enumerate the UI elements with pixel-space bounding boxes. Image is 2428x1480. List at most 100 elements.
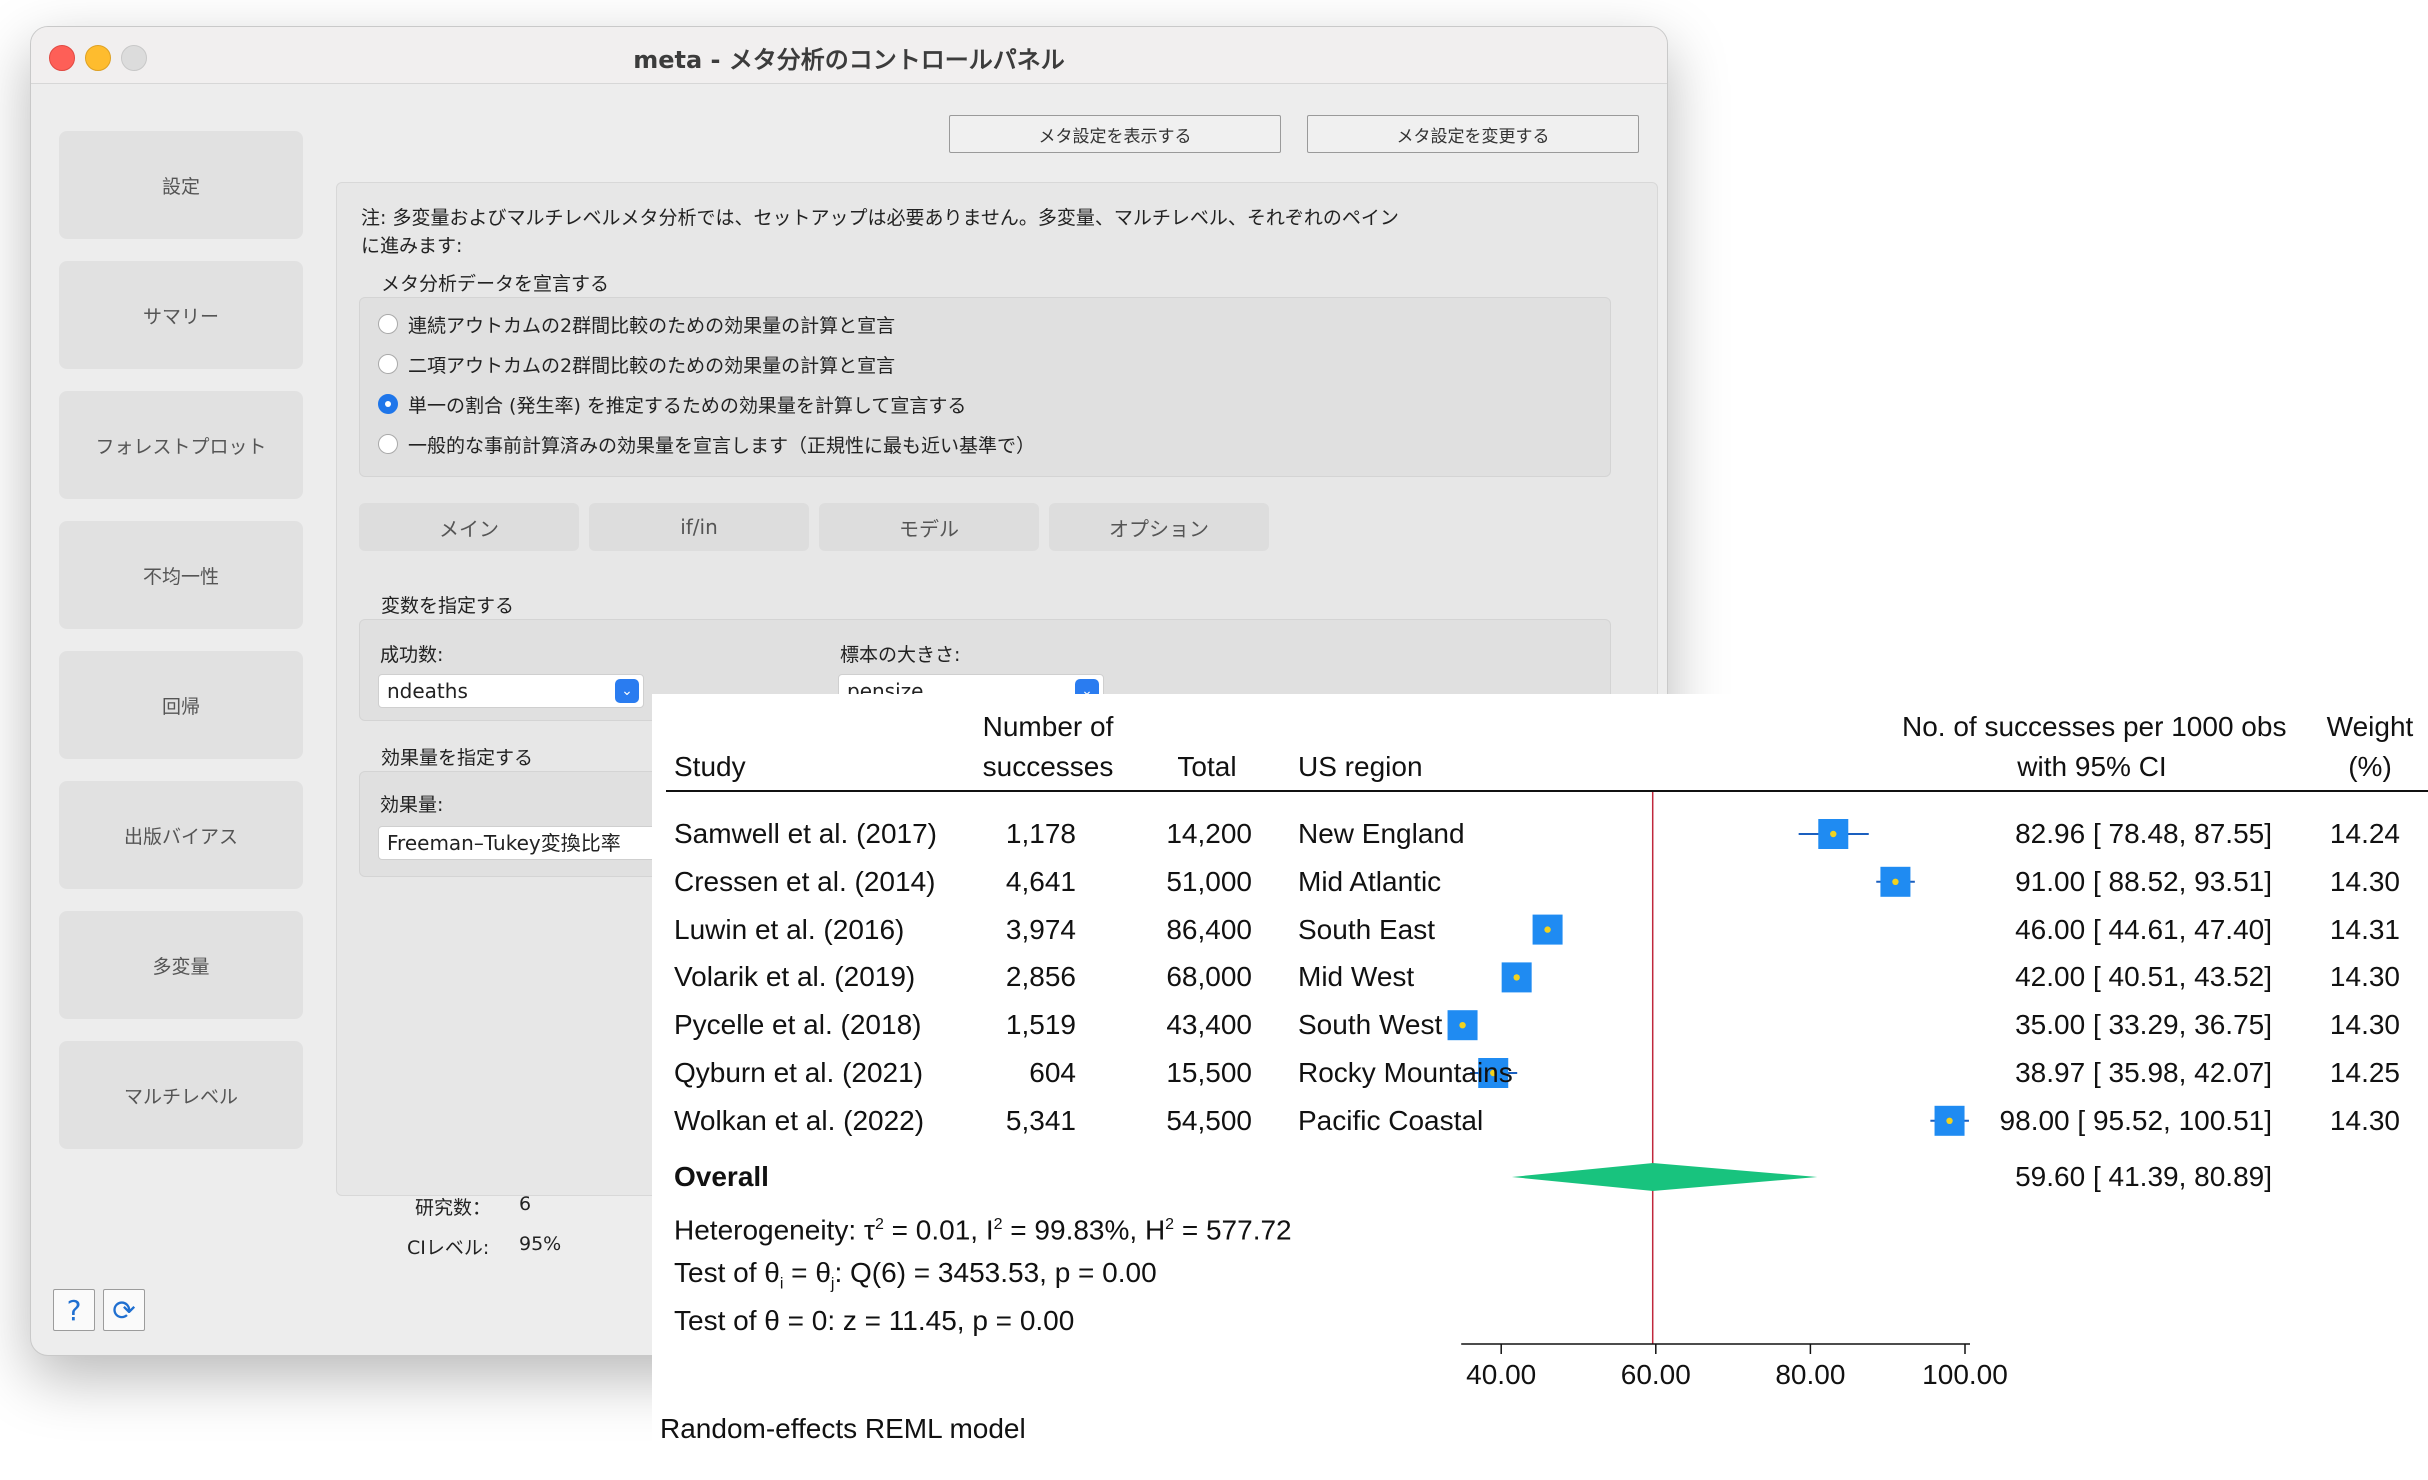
study-successes: 1,519	[1005, 1009, 1076, 1041]
study-successes: 5,341	[1005, 1104, 1076, 1136]
study-name: Wolkan et al. (2022)	[674, 1104, 925, 1136]
sample-size-label: 標本の大きさ:	[840, 644, 961, 666]
study-weight: 14.30	[2329, 961, 2400, 993]
radio-option-binary[interactable]: 二項アウトカムの2群間比較のための効果量の計算と宣言	[378, 348, 895, 380]
study-ci-text: 38.97 [ 35.98, 42.07]	[2015, 1057, 2272, 1088]
sidebar-item-regression[interactable]: 回帰	[59, 651, 303, 759]
note-text-line1: 注: 多変量およびマルチレベルメタ分析では、セットアップは必要ありません。多変量…	[361, 207, 1399, 229]
chevron-down-icon[interactable]: ⌄	[615, 679, 639, 703]
show-meta-settings-button[interactable]: メタ設定を表示する	[949, 115, 1281, 153]
declare-data-label: メタ分析データを宣言する	[381, 273, 610, 295]
study-region: South West	[1298, 1009, 1443, 1041]
model-note: Random-effects REML model	[660, 1413, 1026, 1444]
homogeneity-test: Test of θi = θj: Q(6) = 3453.53, p = 0.0…	[674, 1257, 1157, 1293]
study-name: Pycelle et al. (2018)	[674, 1009, 922, 1041]
help-button[interactable]: ?	[53, 1289, 95, 1331]
study-total: 14,200	[1166, 818, 1252, 849]
radio-label: 連続アウトカムの2群間比較のための効果量の計算と宣言	[408, 314, 896, 337]
study-name: Samwell et al. (2017)	[674, 818, 938, 849]
study-ci-text: 82.96 [ 78.48, 87.55]	[2015, 818, 2272, 849]
study-region: New England	[1298, 818, 1465, 849]
question-mark-icon: ?	[66, 1293, 82, 1327]
study-name: Volarik et al. (2019)	[674, 961, 916, 993]
radio-label: 二項アウトカムの2群間比較のための効果量の計算と宣言	[408, 354, 896, 377]
refresh-button[interactable]: ⟳	[103, 1289, 145, 1331]
radio-option-precomputed[interactable]: 一般的な事前計算済みの効果量を宣言します（正規性に最も近い基準で）	[378, 428, 1035, 460]
point-estimate-dot	[1830, 830, 1837, 838]
sidebar-item-summary[interactable]: サマリー	[59, 261, 303, 369]
study-total: 68,000	[1166, 961, 1252, 993]
study-region: South East	[1298, 913, 1435, 945]
declare-data-group: 連続アウトカムの2群間比較のための効果量の計算と宣言 二項アウトカムの2群間比較…	[359, 297, 1611, 477]
radio-option-proportion[interactable]: 単一の割合 (発生率) を推定するための効果量を計算して宣言する	[378, 388, 966, 420]
study-total: 54,500	[1166, 1104, 1252, 1136]
study-region: Pacific Coastal	[1298, 1104, 1484, 1136]
title-bar: meta - メタ分析のコントロールパネル	[31, 27, 1667, 84]
study-total: 86,400	[1166, 913, 1252, 945]
study-ci-text: 46.00 [ 44.61, 47.40]	[2015, 913, 2272, 945]
study-total: 51,000	[1166, 865, 1252, 897]
change-meta-settings-button[interactable]: メタ設定を変更する	[1307, 115, 1639, 153]
study-ci-text: 42.00 [ 40.51, 43.52]	[2015, 961, 2272, 993]
tab-main[interactable]: メイン	[359, 503, 579, 551]
study-weight: 14.30	[2329, 1104, 2400, 1136]
sidebar-item-multilevel[interactable]: マルチレベル	[59, 1041, 303, 1149]
study-successes: 2,856	[1005, 961, 1076, 993]
effect-size-value: Freeman–Tukey変換比率	[387, 831, 621, 855]
study-name: Luwin et al. (2016)	[674, 913, 905, 945]
study-ci-text: 98.00 [ 95.52, 100.51]	[1999, 1104, 2272, 1136]
study-total: 43,400	[1166, 1009, 1252, 1041]
study-weight: 14.30	[2329, 865, 2400, 897]
study-ci-text: 91.00 [ 88.52, 93.51]	[2015, 865, 2272, 897]
heterogeneity-stats: Heterogeneity: τ2 = 0.01, I2 = 99.83%, H…	[674, 1214, 1292, 1246]
study-weight: 14.24	[2329, 818, 2400, 849]
sidebar-item-multivariate[interactable]: 多変量	[59, 911, 303, 1019]
sidebar-item-heterogeneity[interactable]: 不均一性	[59, 521, 303, 629]
overall-ci-text: 59.60 [ 41.39, 80.89]	[2015, 1161, 2272, 1192]
successes-value: ndeaths	[387, 679, 468, 703]
radio-label: 単一の割合 (発生率) を推定するための効果量を計算して宣言する	[408, 394, 967, 417]
variables-label: 変数を指定する	[381, 595, 515, 617]
radio-button[interactable]	[378, 314, 398, 334]
study-name: Qyburn et al. (2021)	[674, 1057, 924, 1088]
study-name: Cressen et al. (2014)	[674, 865, 936, 897]
study-successes: 3,974	[1005, 913, 1076, 945]
study-region: Mid West	[1298, 961, 1415, 993]
studies-count-label: 研究数：	[415, 1197, 492, 1219]
radio-label: 一般的な事前計算済みの効果量を宣言します（正規性に最も近い基準で）	[408, 434, 1036, 457]
radio-option-continuous[interactable]: 連続アウトカムの2群間比較のための効果量の計算と宣言	[378, 308, 895, 340]
study-weight: 14.25	[2329, 1057, 2400, 1088]
study-total: 15,500	[1166, 1057, 1252, 1088]
sidebar-item-forest-plot[interactable]: フォレストプロット	[59, 391, 303, 499]
sidebar-item-publication-bias[interactable]: 出版バイアス	[59, 781, 303, 889]
sidebar-item-settings[interactable]: 設定	[59, 131, 303, 239]
ci-level-label: CIレベル:	[407, 1237, 490, 1259]
x-axis-tick-label: 100.00	[1922, 1359, 2008, 1390]
tab-options[interactable]: オプション	[1049, 503, 1269, 551]
tab-if-in[interactable]: if/in	[589, 503, 809, 551]
study-region: Rocky Mountains	[1298, 1057, 1513, 1088]
study-ci-text: 35.00 [ 33.29, 36.75]	[2015, 1009, 2272, 1041]
ci-level-value: 95%	[519, 1233, 562, 1255]
overall-diamond	[1511, 1163, 1818, 1191]
overall-effect-test: Test of θ = 0: z = 11.45, p = 0.00	[674, 1305, 1075, 1336]
study-weight: 14.31	[2329, 913, 2400, 945]
radio-button-selected[interactable]	[378, 394, 398, 414]
window-title: meta - メタ分析のコントロールパネル	[633, 46, 1065, 74]
successes-combobox[interactable]: ndeaths ⌄	[378, 674, 644, 708]
radio-button[interactable]	[378, 434, 398, 454]
overall-label: Overall	[674, 1161, 769, 1192]
radio-button[interactable]	[378, 354, 398, 374]
effect-size-label: 効果量:	[380, 794, 444, 816]
study-successes: 4,641	[1005, 865, 1076, 897]
tab-model[interactable]: モデル	[819, 503, 1039, 551]
x-axis-tick-label: 60.00	[1620, 1359, 1691, 1390]
note-text-line2: に進みます:	[361, 235, 463, 257]
study-successes: 604	[1029, 1057, 1076, 1088]
studies-count-value: 6	[519, 1193, 532, 1215]
study-successes: 1,178	[1005, 818, 1076, 849]
point-estimate-dot	[1544, 926, 1551, 933]
x-axis-tick-label: 40.00	[1466, 1359, 1537, 1390]
point-estimate-dot	[1459, 1022, 1466, 1029]
refresh-icon: ⟳	[112, 1293, 136, 1327]
